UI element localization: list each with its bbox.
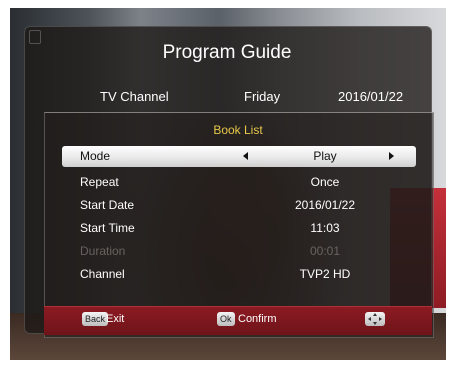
start-time-value[interactable]: 11:03 xyxy=(240,221,410,235)
back-key[interactable]: Back xyxy=(82,312,109,326)
footer-bar: Back Exit Ok Confirm xyxy=(44,306,432,335)
duration-label: Duration xyxy=(80,244,126,258)
mode-label: Mode xyxy=(80,149,111,163)
duration-value: 00:01 xyxy=(309,244,341,258)
mode-value[interactable]: Play xyxy=(240,149,410,163)
ok-key[interactable]: Ok xyxy=(217,312,235,326)
channel-type-label: TV Channel xyxy=(100,89,169,104)
channel-value[interactable]: TVP2 HD xyxy=(240,267,410,281)
day-label: Friday xyxy=(244,89,281,104)
channel-label: Channel xyxy=(80,267,125,281)
repeat-value[interactable]: Once xyxy=(240,175,410,189)
start-date-label: Start Date xyxy=(80,198,135,212)
start-date-value[interactable]: 2016/01/22 xyxy=(240,198,410,212)
confirm-label: Confirm xyxy=(238,313,277,325)
navigation-arrows-icon[interactable] xyxy=(365,312,385,326)
repeat-label: Repeat xyxy=(80,175,119,189)
start-time-label: Start Time xyxy=(80,221,135,235)
book-list-title: Book List xyxy=(213,123,263,137)
date-label: 2016/01/22 xyxy=(338,89,404,104)
arrow-right-icon[interactable] xyxy=(389,152,394,160)
page-title: Program Guide xyxy=(162,42,292,63)
exit-label: Exit xyxy=(106,313,125,325)
mode-row[interactable]: Mode Play xyxy=(62,146,416,167)
